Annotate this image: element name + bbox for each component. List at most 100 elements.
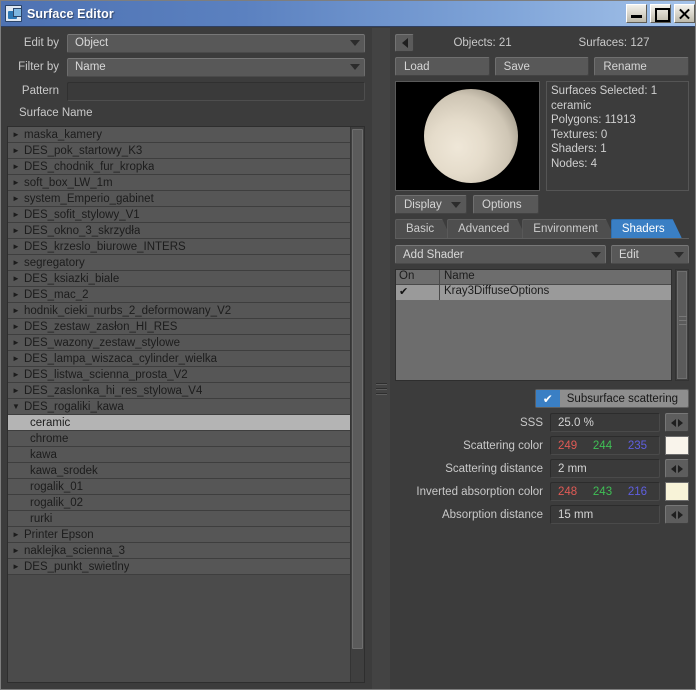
chevron-right-icon[interactable]: ► [12,530,24,539]
surface-list: ► maska_kamery ► DES_pok_startowy_K3 ► DES_ch… [7,126,365,683]
surface-row[interactable]: ► DES_pok_startowy_K3 [8,143,350,159]
surface-row[interactable]: ▼ DES_rogaliki_kawa [8,399,350,415]
surface-row[interactable]: rogalik_02 [8,495,350,511]
param-spinner[interactable] [665,459,689,478]
edit-shader-dropdown[interactable]: Edit [611,245,689,264]
maximize-button[interactable] [650,4,671,23]
chevron-right-icon[interactable]: ► [12,194,24,203]
edit-by-dropdown[interactable]: Object [67,33,365,53]
surface-row[interactable]: ► naklejka_scienna_3 [8,543,350,559]
surface-row[interactable]: ► system_Emperio_gabinet [8,191,350,207]
chevron-right-icon[interactable]: ► [12,322,24,331]
param-spinner[interactable] [665,413,689,432]
surface-row[interactable]: ► DES_lampa_wiszaca_cylinder_wielka [8,351,350,367]
surface-row[interactable]: ► hodnik_cieki_nurbs_2_deformowany_V2 [8,303,350,319]
surface-row[interactable]: ► DES_krzeslo_biurowe_INTERS [8,239,350,255]
surface-row[interactable]: kawa_srodek [8,463,350,479]
load-button[interactable]: Load [395,57,490,76]
shader-enabled-checkbox[interactable]: ✔ [396,285,440,300]
rename-button[interactable]: Rename [594,57,690,76]
chevron-right-icon[interactable]: ► [12,258,24,267]
surface-row-label: hodnik_cieki_nurbs_2_deformowany_V2 [24,304,232,317]
shader-row[interactable]: ✔ Kray3DiffuseOptions [396,285,671,300]
surface-row-label: DES_sofit_stylowy_V1 [24,208,140,221]
surface-row[interactable]: ► DES_zaslonka_hi_res_stylowa_V4 [8,383,350,399]
sphere-preview[interactable] [395,81,540,191]
param-g-value: 244 [592,439,613,452]
surface-row[interactable]: ► DES_listwa_scienna_prosta_V2 [8,367,350,383]
display-dropdown[interactable]: Display [395,195,467,214]
surface-row[interactable]: ► soft_box_LW_1m [8,175,350,191]
surface-row[interactable]: ceramic [8,415,350,431]
chevron-right-icon[interactable]: ► [12,338,24,347]
subsurface-scattering-checkbox[interactable]: ✔ Subsurface scattering [534,389,689,408]
surface-row-label: ceramic [30,416,71,429]
surface-row[interactable]: ► DES_sofit_stylowy_V1 [8,207,350,223]
tab-environment[interactable]: Environment [522,219,615,238]
surface-row[interactable]: kawa [8,447,350,463]
surface-row-label: rurki [30,512,53,525]
minimize-icon [627,5,646,22]
param-spinner[interactable] [665,505,689,524]
chevron-right-icon[interactable]: ► [12,386,24,395]
surface-row[interactable]: ► DES_chodnik_fur_kropka [8,159,350,175]
chevron-right-icon[interactable]: ► [12,130,24,139]
right-panel: Objects: 21 Surfaces: 127 Load Save Rena… [390,28,695,689]
chevron-right-icon[interactable]: ► [12,146,24,155]
save-button[interactable]: Save [494,57,590,76]
surface-row[interactable]: ► DES_zestaw_zasłon_HI_RES [8,319,350,335]
param-color-swatch[interactable] [665,436,689,455]
param-value-input[interactable]: 15 mm [550,505,660,524]
param-b-value: 216 [627,485,647,498]
surfaces-selected-text: Surfaces Selected: 1 [551,85,658,97]
surface-row[interactable]: chrome [8,431,350,447]
param-color-swatch[interactable] [665,482,689,501]
chevron-right-icon[interactable]: ► [12,354,24,363]
panel-splitter[interactable] [372,28,390,689]
chevron-right-icon[interactable]: ► [12,178,24,187]
param-value-input[interactable]: 2 mm [550,459,660,478]
param-label: Absorption distance [441,508,543,521]
filter-by-dropdown[interactable]: Name [67,57,365,77]
surface-list-scroll-thumb[interactable] [352,129,363,649]
objects-count: Objects: 21 [453,37,512,49]
surface-row[interactable]: ► DES_okno_3_skrzydła [8,223,350,239]
surface-row[interactable]: ► DES_punkt_swietlny [8,559,350,575]
surface-row[interactable]: ► DES_mac_2 [8,287,350,303]
chevron-down-icon[interactable]: ▼ [12,402,24,411]
surface-row[interactable]: ► DES_ksiazki_biale [8,271,350,287]
chevron-right-icon[interactable]: ► [12,370,24,379]
surface-list-scrollbar[interactable] [350,127,364,682]
add-shader-dropdown[interactable]: Add Shader [395,245,606,264]
param-value-input[interactable]: 25.0 % [550,413,660,432]
pattern-input[interactable] [67,81,365,101]
chevron-right-icon[interactable]: ► [12,562,24,571]
chevron-right-icon[interactable]: ► [12,162,24,171]
chevron-right-icon[interactable]: ► [12,242,24,251]
title-bar[interactable]: Surface Editor [1,1,695,27]
polygons-text: Polygons: 11913 [551,114,636,126]
chevron-right-icon[interactable]: ► [12,210,24,219]
minimize-button[interactable] [626,4,647,23]
surface-row[interactable]: rogalik_01 [8,479,350,495]
surface-row[interactable]: ► DES_wazony_zestaw_stylowe [8,335,350,351]
chevron-right-icon[interactable]: ► [12,290,24,299]
check-icon: ✔ [399,286,409,298]
shader-table-scrollbar[interactable] [675,269,689,381]
chevron-right-icon[interactable]: ► [12,226,24,235]
surface-row[interactable]: ► Printer Epson [8,527,350,543]
chevron-right-icon[interactable]: ► [12,306,24,315]
surface-row[interactable]: rurki [8,511,350,527]
chevron-right-icon[interactable]: ► [12,274,24,283]
tab-advanced[interactable]: Advanced [447,219,526,238]
tab-shaders[interactable]: Shaders [611,219,682,238]
chevron-right-icon[interactable]: ► [12,546,24,555]
tab-basic[interactable]: Basic [395,219,451,238]
param-rgb-input[interactable]: 248 243 216 [550,482,660,501]
options-button[interactable]: Options [473,195,539,214]
surface-row[interactable]: ► maska_kamery [8,127,350,143]
surface-row[interactable]: ► segregatory [8,255,350,271]
param-rgb-input[interactable]: 249 244 235 [550,436,660,455]
close-button[interactable] [674,4,695,23]
collapse-panel-button[interactable] [395,34,414,52]
